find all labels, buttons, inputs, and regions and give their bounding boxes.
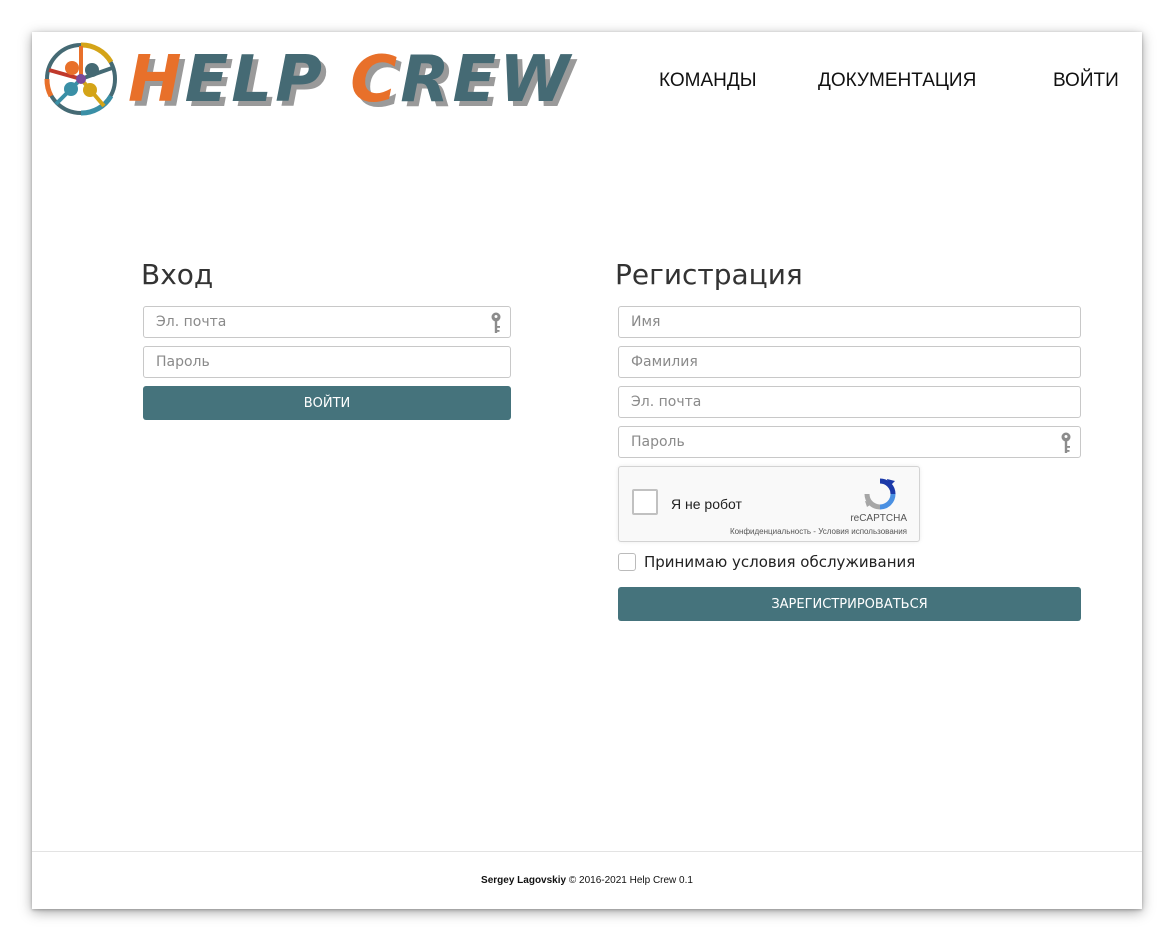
register-password-input[interactable] [619,427,1080,457]
recaptcha-label: Я не робот [671,496,742,512]
page: HELP CREW КОМАНДЫ ДОКУМЕНТАЦИЯ ВОЙТИ Вхо… [32,32,1142,909]
register-last-name-field[interactable] [618,346,1081,378]
logo-word-crew-rest: REW [400,43,573,117]
footer: Sergey Lagovskiy © 2016-2021 Help Crew 0… [32,875,1142,886]
logo-letter-c: C [350,43,401,117]
logo-text: HELP CREW [128,42,573,118]
login-password-input[interactable] [144,347,510,377]
terms-checkbox[interactable] [618,553,636,571]
footer-copyright: © 2016-2021 Help Crew 0.1 [566,875,693,886]
register-first-name-field[interactable] [618,306,1081,338]
recaptcha-logo-icon [864,478,896,510]
footer-divider [32,851,1142,852]
register-last-name-input[interactable] [619,347,1080,377]
logo[interactable]: HELP CREW [42,40,572,118]
register-email-input[interactable] [619,387,1080,417]
recaptcha-widget: Я не робот reCAPTCHA Конфиденциальность … [618,466,920,542]
nav-docs-link[interactable]: ДОКУМЕНТАЦИЯ [818,70,976,92]
footer-author: Sergey Lagovskiy [481,875,567,886]
login-submit-button[interactable]: ВОЙТИ [143,386,511,420]
logo-wheel-icon [44,42,117,116]
recaptcha-links[interactable]: Конфиденциальность - Условия использован… [730,527,907,536]
login-title: Вход [141,258,214,291]
register-first-name-input[interactable] [619,307,1080,337]
nav-teams-link[interactable]: КОМАНДЫ [659,70,757,92]
recaptcha-checkbox[interactable] [632,489,658,515]
terms-label[interactable]: Принимаю условия обслуживания [644,553,915,571]
key-icon[interactable] [1060,432,1072,454]
login-email-field[interactable] [143,306,511,338]
register-password-field[interactable] [618,426,1081,458]
key-icon[interactable] [490,312,502,334]
register-title: Регистрация [615,258,803,291]
logo-letter-h: H [128,43,185,117]
login-password-field[interactable] [143,346,511,378]
recaptcha-brand: reCAPTCHA [850,513,907,524]
register-submit-button[interactable]: ЗАРЕГИСТРИРОВАТЬСЯ [618,587,1081,621]
nav-login-link[interactable]: ВОЙТИ [1053,70,1119,92]
logo-word-help-rest: ELP [184,43,325,117]
login-email-input[interactable] [144,307,510,337]
register-email-field[interactable] [618,386,1081,418]
